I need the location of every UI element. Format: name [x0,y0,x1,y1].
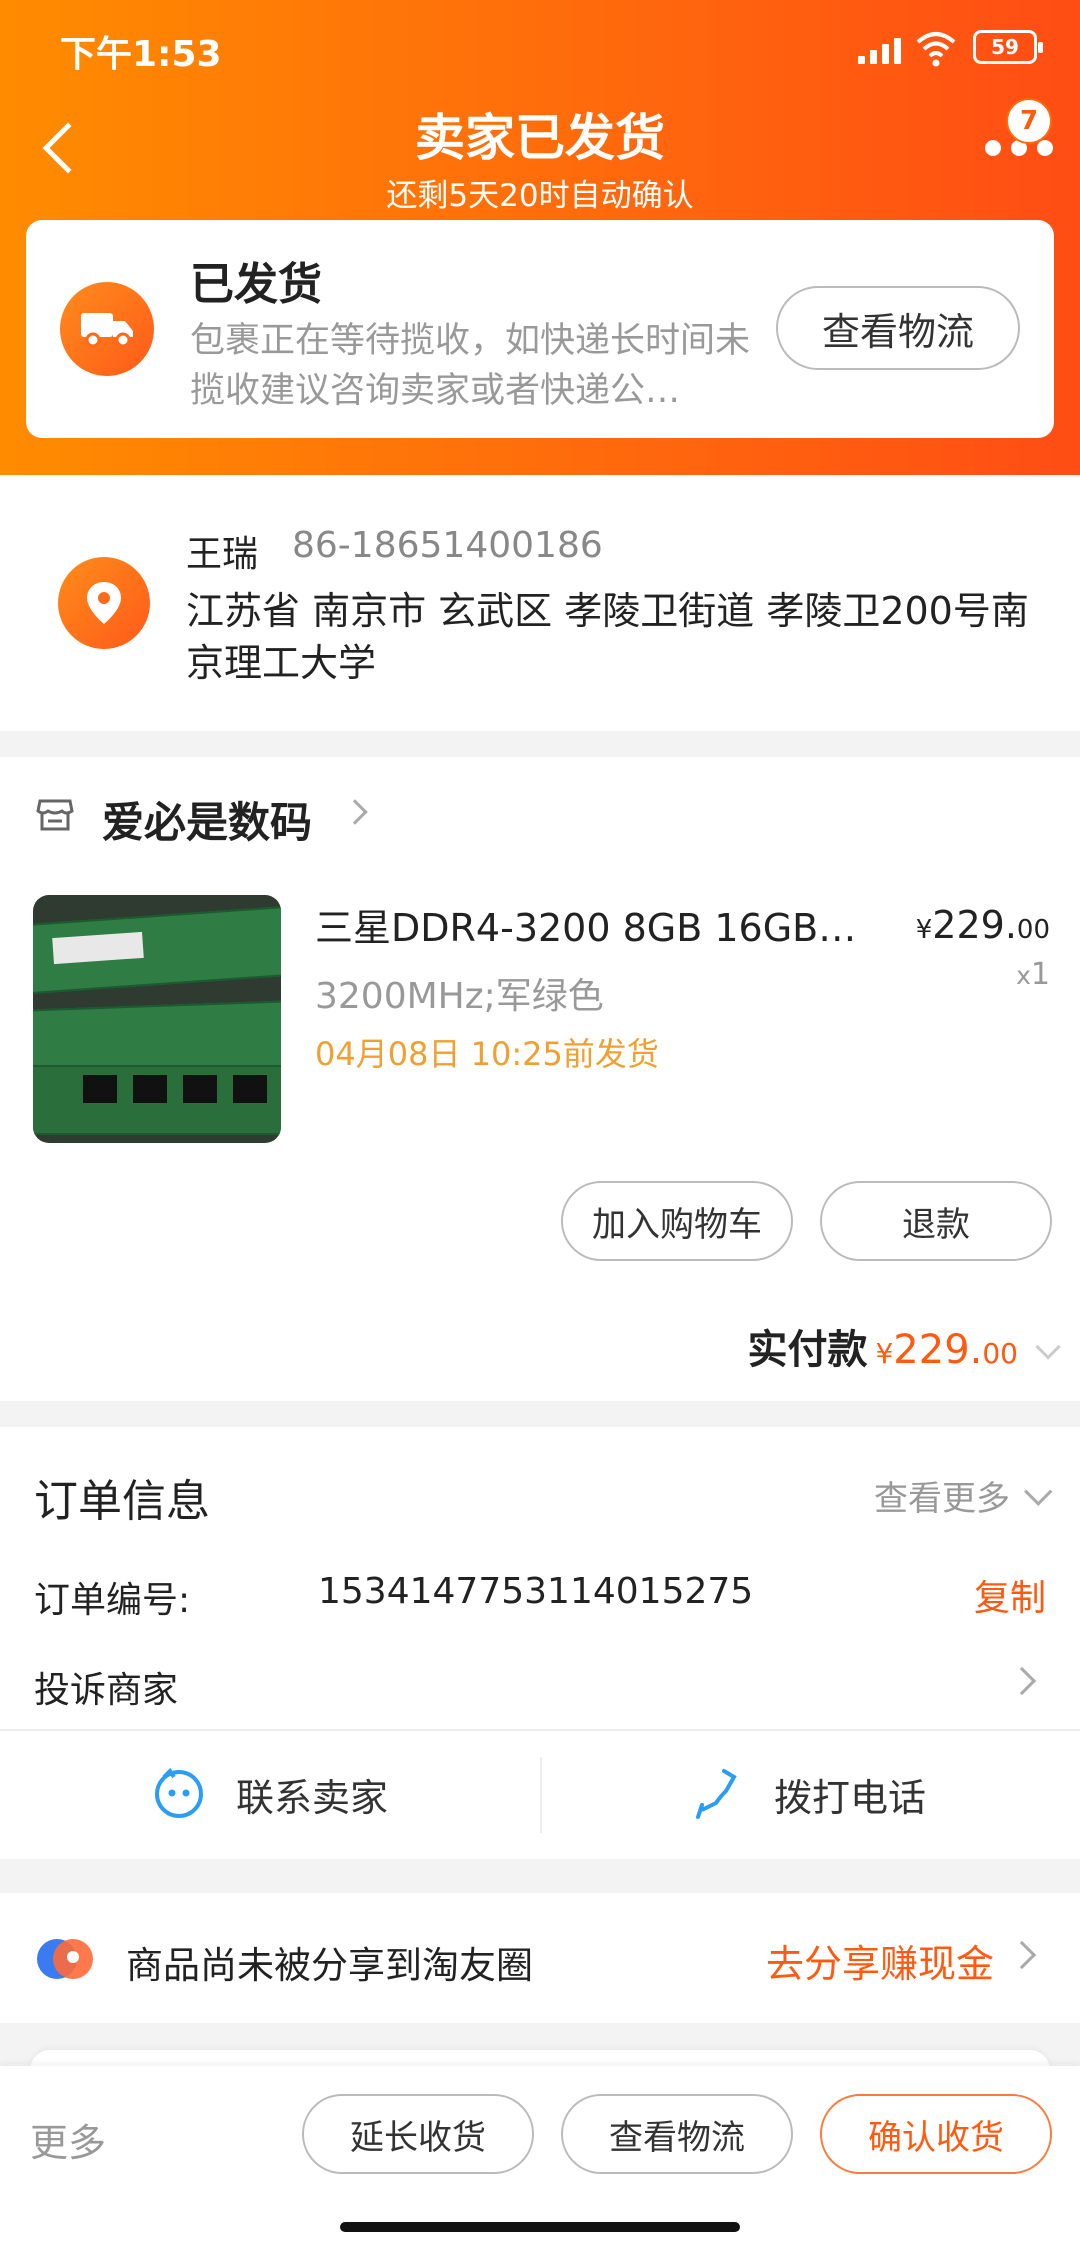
battery-level: 59 [991,35,1019,59]
bottom-action-bar: 更多 延长收货 查看物流 确认收货 [0,2066,1080,2248]
product-qty: x1 [1016,957,1050,992]
page-subtitle: 还剩5天20时自动确认 [386,178,694,214]
shipping-status-card: 已发货 包裹正在等待揽收，如快递长时间未揽收建议咨询卖家或者快递公… 查看物流 [26,220,1054,438]
confirm-receipt-button[interactable]: 确认收货 [820,2094,1052,2174]
home-indicator[interactable] [340,2222,740,2232]
call-button[interactable]: 拨打电话 [540,1729,1080,1859]
order-no-label: 订单编号: [34,1580,191,1621]
recipient-name: 王瑞 [186,534,259,575]
store-icon [36,799,74,831]
phone-icon [695,1769,737,1819]
more-button[interactable]: 更多 [30,2112,106,2167]
add-to-cart-button[interactable]: 加入购物车 [561,1181,793,1261]
chevron-right-icon [1007,1940,1037,1970]
shop-name[interactable]: 爱必是数码 [102,789,312,850]
extend-receipt-button[interactable]: 延长收货 [302,2094,534,2174]
view-logistics-bottom-button[interactable]: 查看物流 [561,2094,793,2174]
more-menu-icon[interactable] [985,140,1055,160]
product-spec: 3200MHz;军绿色 [315,976,604,1017]
signal-icon [858,34,902,64]
contact-seller-button[interactable]: 联系卖家 [0,1729,540,1859]
chevron-down-icon [1024,1477,1053,1506]
notification-badge: 7 [1006,98,1052,144]
recipient-address: 江苏省 南京市 玄武区 孝陵卫街道 孝陵卫200号南京理工大学 [186,589,1029,685]
order-no: 1534147753114015275 [318,1571,754,1612]
status-bar: 下午1:53 59 [0,0,1080,90]
share-banner[interactable]: 商品尚未被分享到淘友圈 去分享赚现金 [0,1893,1080,2023]
shop-section: 爱必是数码 三星DDR4-3200 8GB 16GB … 3200MHz;军绿色… [0,757,1080,1401]
paid-amount[interactable]: 实付款 ¥229.00 [747,1317,1061,1375]
status-time: 下午1:53 [60,34,222,75]
header: 下午1:53 59 卖家已发货 还剩5天20时自动确认 7 已发货 包裹正在等待… [0,0,1080,475]
truck-icon [60,282,154,376]
battery-icon: 59 [973,30,1043,64]
wifi-icon [916,32,956,67]
chat-face-icon [154,1767,203,1818]
page-title: 卖家已发货 [415,109,665,167]
shipping-title: 已发货 [190,259,322,310]
share-text: 商品尚未被分享到淘友圈 [126,1944,533,1987]
order-info-section: 订单信息 查看更多 订单编号: 1534147753114015275 复制 投… [0,1427,1080,1859]
refund-button[interactable]: 退款 [820,1181,1052,1261]
chevron-right-icon [1007,1666,1037,1696]
shipping-desc: 包裹正在等待揽收，如快递长时间未揽收建议咨询卖家或者快递公… [190,321,751,411]
product-name[interactable]: 三星DDR4-3200 8GB 16GB … [315,897,865,952]
recipient-phone: 86-18651400186 [292,525,603,566]
chevron-down-icon [1035,1334,1061,1360]
product-image[interactable] [33,895,281,1143]
product-price: ¥229.00 [915,903,1050,947]
copy-button[interactable]: 复制 [974,1569,1046,1621]
complain-merchant[interactable]: 投诉商家 [34,1661,178,1713]
view-more-button[interactable]: 查看更多 [874,1471,1053,1520]
chevron-right-icon [342,799,368,825]
share-circle-icon [37,1939,93,1979]
ship-deadline: 04月08日 10:25前发货 [315,1035,659,1073]
share-earn-link[interactable]: 去分享赚现金 [766,1933,994,1988]
order-info-title: 订单信息 [34,1476,210,1527]
address-section[interactable]: 王瑞 86-18651400186 江苏省 南京市 玄武区 孝陵卫街道 孝陵卫2… [0,475,1080,731]
location-pin-icon [58,557,150,649]
view-logistics-button[interactable]: 查看物流 [776,286,1020,370]
